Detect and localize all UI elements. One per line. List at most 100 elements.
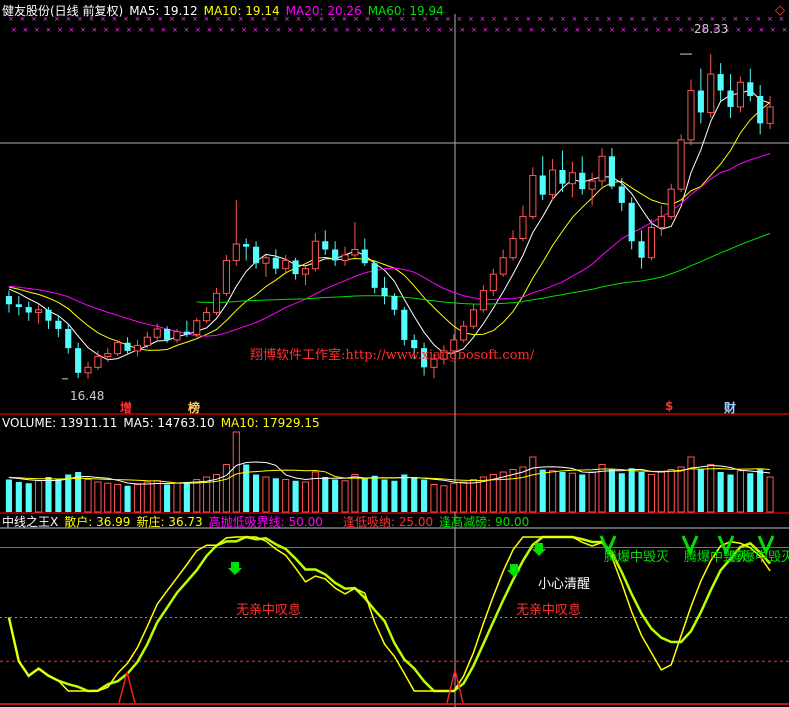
volume-bar-up: [143, 481, 151, 513]
marker-x: ×: [503, 15, 509, 23]
event-flag-finance[interactable]: 财: [724, 399, 736, 416]
candle-up: [677, 139, 685, 190]
volume-bar-up: [667, 469, 675, 513]
candle-down: [65, 328, 72, 349]
volume-bar-down: [618, 473, 625, 512]
volume-bar-up: [84, 479, 92, 513]
marker-x: ×: [514, 15, 520, 23]
ma10-label: MA10: 19.14: [203, 4, 280, 18]
event-flag-dollar[interactable]: $: [665, 399, 673, 413]
candle-up: [143, 336, 151, 346]
candle-up: [687, 90, 695, 141]
marker-x: ×: [457, 15, 463, 23]
marker-x: ×: [629, 15, 635, 23]
candle-up: [104, 353, 112, 357]
volume-bar-up: [657, 471, 665, 513]
volume-bar-up: [35, 480, 43, 513]
marker-x: ×: [414, 26, 420, 34]
volume-bar-down: [608, 469, 615, 512]
candle-up: [509, 238, 517, 259]
volume-bar-up: [282, 479, 290, 513]
ma20-label: MA20: 20.26: [285, 4, 362, 18]
candle-down: [628, 202, 635, 242]
marker-x: ×: [230, 26, 236, 34]
marker-x: ×: [621, 26, 627, 34]
candle-up: [203, 312, 211, 322]
marker-x: ×: [460, 26, 466, 34]
marker-x: ×: [575, 26, 581, 34]
candle-up: [519, 216, 527, 240]
volume-bar-down: [371, 475, 378, 512]
volume-bar-down: [539, 469, 546, 512]
marker-x: ×: [391, 26, 397, 34]
candle-down: [371, 263, 378, 288]
volume-bar-up: [193, 479, 201, 513]
marker-x: ×: [356, 26, 362, 34]
volume-bar-up: [568, 472, 576, 513]
candle-up: [469, 309, 478, 327]
volume-bar-down: [747, 473, 754, 512]
marker-x: ×: [560, 15, 566, 23]
marker-x: ×: [494, 26, 500, 34]
marker-x: ×: [606, 15, 612, 23]
marker-x: ×: [733, 15, 739, 23]
candle-up: [479, 290, 487, 311]
volume-bar-up: [440, 485, 448, 513]
marker-x: ×: [491, 15, 497, 23]
volume-bar-down: [579, 474, 586, 512]
candle-up: [598, 155, 606, 182]
marker-x: ×: [368, 26, 374, 34]
price-panel-header: 健友股份(日线 前复权) MA5: 19.12 MA10: 19.14 MA20: 2…: [2, 4, 450, 18]
volume-bar-down: [15, 482, 22, 512]
marker-x: ×: [471, 26, 477, 34]
candle-up: [262, 257, 270, 264]
ma20-line: [8, 153, 771, 337]
volume-bar-up: [647, 474, 656, 513]
indicator-panel-header: 中线之王X 散户: 36.99 新庄: 36.73 高抛低吸界线: 50.00 逢低吸纳…: [2, 515, 535, 529]
candle-down: [183, 331, 190, 335]
marker-x: ×: [483, 26, 489, 34]
candle-up: [647, 227, 656, 259]
candle-up: [153, 328, 161, 338]
candle-down: [272, 257, 279, 269]
event-flag-increase[interactable]: 增: [120, 399, 132, 416]
diamond-icon[interactable]: ◇: [775, 3, 785, 18]
marker-x: ×: [687, 15, 693, 23]
marker-x: ×: [310, 26, 316, 34]
marker-x: ×: [563, 26, 569, 34]
candle-up: [667, 188, 675, 218]
retail-label: 散户: 36.99: [64, 515, 131, 529]
candle-up: [35, 309, 43, 314]
marker-x: ×: [23, 26, 29, 34]
marker-x: ×: [276, 26, 282, 34]
marker-x: ×: [241, 26, 247, 34]
volume-bar-up: [519, 466, 527, 513]
signal-note-1: 无亲中叹息: [236, 603, 302, 618]
candle-down: [45, 309, 52, 321]
candle-down: [361, 249, 368, 264]
candle-down: [322, 241, 329, 250]
candle-down: [727, 90, 734, 107]
candle-down: [539, 175, 546, 195]
event-flag-list[interactable]: 榜: [188, 399, 200, 416]
marker-x: ×: [756, 15, 762, 23]
marker-x: ×: [632, 26, 638, 34]
marker-x: ×: [448, 26, 454, 34]
volume-bar-up: [222, 464, 230, 513]
marker-x: ×: [609, 26, 615, 34]
marker-x: ×: [46, 26, 52, 34]
volume-bar-down: [55, 479, 62, 512]
marker-x: ×: [598, 26, 604, 34]
marker-x: ×: [468, 15, 474, 23]
marker-x: ×: [345, 26, 351, 34]
marker-x: ×: [664, 15, 670, 23]
marker-x: ×: [517, 26, 523, 34]
volume-bar-up: [588, 471, 596, 513]
marker-x: ×: [759, 26, 765, 34]
volume-bar-up: [460, 481, 468, 513]
candle-up: [657, 216, 665, 229]
signal-note-2: 无亲中叹息: [516, 603, 582, 618]
candle-down: [559, 170, 566, 184]
signal-note-6: 腾爆中毁灭: [729, 550, 789, 565]
marker-x: ×: [437, 26, 443, 34]
